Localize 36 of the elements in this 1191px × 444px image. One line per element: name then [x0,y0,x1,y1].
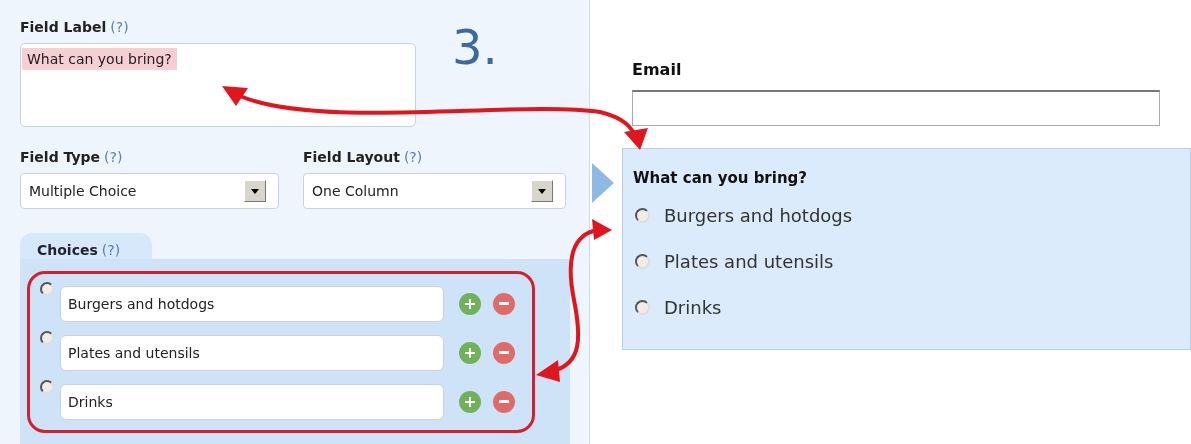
email-field[interactable] [632,90,1160,126]
choice-label: Drinks [664,295,722,320]
radio-button[interactable] [635,300,650,315]
email-label: Email [632,59,683,81]
question-title: What can you bring? [633,168,809,189]
caret-icon [244,180,266,202]
radio-button[interactable] [635,208,650,223]
choice-field[interactable]: Plates and utensils [60,335,444,371]
field-label: Field Label [20,18,107,37]
remove-icon[interactable] [493,293,515,315]
radio-button[interactable] [40,282,54,296]
help-link[interactable]: (?) [110,17,129,38]
remove-icon[interactable] [493,342,515,364]
help-link[interactable]: (?) [403,147,423,168]
add-icon[interactable] [459,342,481,364]
radio-button[interactable] [635,254,650,269]
add-icon[interactable] [459,391,481,413]
choice-label: Burgers and hotdogs [664,203,853,228]
pointer-icon [592,163,614,203]
step-number: 3. [452,23,498,77]
choices-label: Choices [37,241,98,260]
highlighted-text: What can you bring? [22,48,177,70]
label-field[interactable]: What can you bring? [20,43,416,127]
help-link[interactable]: (?) [104,147,123,168]
radio-button[interactable] [40,380,54,394]
choice-label: Plates and utensils [664,249,834,274]
choice-field[interactable]: Drinks [60,384,444,420]
remove-icon[interactable] [493,391,515,413]
radio-button[interactable] [40,331,54,345]
choice-field[interactable]: Burgers and hotdogs [60,286,444,322]
dropdown[interactable]: One Column [303,173,566,209]
add-icon[interactable] [459,293,481,315]
field-layout-label: Field Layout [303,148,400,167]
dropdown[interactable]: Multiple Choice [20,173,279,209]
caret-icon [531,180,553,202]
field-type-label: Field Type [20,148,101,167]
